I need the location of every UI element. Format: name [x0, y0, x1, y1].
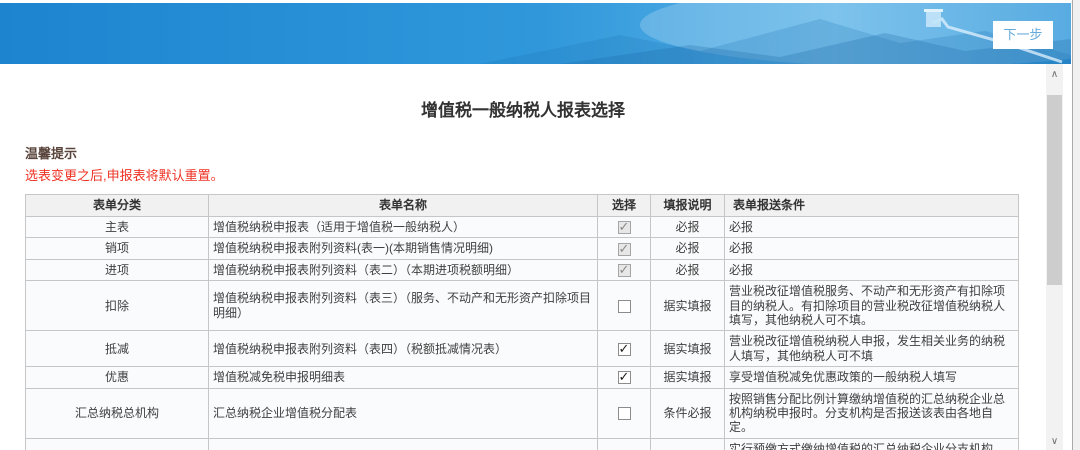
condition-cell: 按照销售分配比例计算缴纳增值税的汇总纳税企业总机构纳税申报时。分支机构是否报送该…	[725, 388, 1019, 438]
form-name-cell: 增值税减免税申报明细表	[209, 367, 598, 388]
category-cell: 汇总纳税总机构	[26, 388, 209, 438]
vat-report-selection-page: 下一步 增值税一般纳税人报表选择 温馨提示 选表变更之后,申报表将默认重置。 表…	[0, 0, 1080, 450]
form-name-cell: 汇总纳税企业通用传递单	[209, 438, 598, 450]
notice-block: 温馨提示 选表变更之后,申报表将默认重置。	[25, 143, 1046, 184]
table-row: 优惠 增值税减免税申报明细表 据实填报 享受增值税减免优惠政策的一般纳税人填写	[26, 367, 1019, 388]
select-cell	[598, 367, 651, 388]
form-name-cell: 增值税纳税申报表附列资料（表二）（本期进项税额明细）	[209, 259, 598, 280]
header-select: 选择	[598, 195, 651, 217]
category-cell: 销项	[26, 238, 209, 259]
form-name-cell: 汇总纳税企业增值税分配表	[209, 388, 598, 438]
instruction-cell: 据实填报	[651, 331, 725, 367]
select-checkbox	[618, 221, 631, 234]
table-row: 进项 增值税纳税申报表附列资料（表二）（本期进项税额明细） 必报 必报	[26, 259, 1019, 280]
select-cell	[598, 238, 651, 259]
select-cell	[598, 438, 651, 450]
form-selection-table: 表单分类 表单名称 选择 填报说明 表单报送条件 主表 增值税纳税申报表（适用于…	[25, 194, 1019, 450]
select-checkbox	[618, 264, 631, 277]
form-name-cell: 增值税纳税申报表附列资料(表一)(本期销售情况明细)	[209, 238, 598, 259]
condition-cell: 必报	[725, 217, 1019, 238]
select-cell	[598, 259, 651, 280]
form-name-cell: 增值税纳税申报表附列资料（表四）（税额抵减情况表）	[209, 331, 598, 367]
scroll-up-icon[interactable]: ∧	[1046, 66, 1063, 83]
category-cell: 进项	[26, 259, 209, 280]
notice-title: 温馨提示	[25, 143, 1046, 162]
window-edge-strip	[1072, 0, 1080, 450]
category-cell: 优惠	[26, 367, 209, 388]
select-checkbox	[618, 243, 631, 256]
condition-cell: 营业税改征增值税纳税人申报，发生相关业务的纳税人填写，其他纳税人可不填	[725, 331, 1019, 367]
header-submit-condition: 表单报送条件	[725, 195, 1019, 217]
instruction-cell: 据实填报	[651, 281, 725, 331]
instruction-cell: 条件必报	[651, 388, 725, 438]
instruction-cell: 必报	[651, 238, 725, 259]
form-name-cell: 增值税纳税申报表（适用于增值税一般纳税人）	[209, 217, 598, 238]
select-checkbox[interactable]	[618, 371, 631, 384]
condition-cell: 享受增值税减免优惠政策的一般纳税人填写	[725, 367, 1019, 388]
instruction-cell: 据实填报	[651, 438, 725, 450]
select-checkbox[interactable]	[618, 407, 631, 420]
select-cell	[598, 281, 651, 331]
notice-warning-text: 选表变更之后,申报表将默认重置。	[25, 165, 1046, 184]
great-wall-banner-art	[0, 3, 1071, 64]
scrollbar-thumb[interactable]	[1047, 95, 1062, 285]
form-table-body: 主表 增值税纳税申报表（适用于增值税一般纳税人） 必报 必报 销项 增值税纳税申…	[26, 217, 1019, 450]
select-checkbox[interactable]	[618, 300, 631, 313]
vertical-scrollbar[interactable]: ∧ ∨	[1046, 64, 1063, 450]
table-header-row: 表单分类 表单名称 选择 填报说明 表单报送条件	[26, 195, 1019, 217]
content-area: 增值税一般纳税人报表选择 温馨提示 选表变更之后,申报表将默认重置。 表单分类 …	[0, 64, 1046, 450]
table-row: 抵减 增值税纳税申报表附列资料（表四）（税额抵减情况表） 据实填报 营业税改征增…	[26, 331, 1019, 367]
header-form-category: 表单分类	[26, 195, 209, 217]
header-instruction: 填报说明	[651, 195, 725, 217]
header-form-name: 表单名称	[209, 195, 598, 217]
table-row: 汇总纳税总机构 汇总纳税企业增值税分配表 条件必报 按照销售分配比例计算缴纳增值…	[26, 388, 1019, 438]
header-banner: 下一步	[0, 3, 1071, 64]
table-row: 销项 增值税纳税申报表附列资料(表一)(本期销售情况明细) 必报 必报	[26, 238, 1019, 259]
select-cell	[598, 388, 651, 438]
table-row: 扣除 增值税纳税申报表附列资料（表三）（服务、不动产和无形资产扣除项目明细） 据…	[26, 281, 1019, 331]
category-cell: 主表	[26, 217, 209, 238]
page-title: 增值税一般纳税人报表选择	[0, 96, 1046, 121]
select-checkbox[interactable]	[618, 343, 631, 356]
table-row: 预征预缴分支机构 汇总纳税企业通用传递单 据实填报 实行预缴方式缴纳增值税的汇总…	[26, 438, 1019, 450]
condition-cell: 必报	[725, 259, 1019, 280]
next-step-button[interactable]: 下一步	[993, 21, 1053, 49]
condition-cell: 实行预缴方式缴纳增值税的汇总纳税企业分支机构（除发、供电企业和航空运输企业、邮政…	[725, 438, 1019, 450]
category-cell: 抵减	[26, 331, 209, 367]
category-cell: 预征预缴分支机构	[26, 438, 209, 450]
instruction-cell: 必报	[651, 217, 725, 238]
condition-cell: 营业税改征增值税服务、不动产和无形资产有扣除项目的纳税人。有扣除项目的营业税改征…	[725, 281, 1019, 331]
instruction-cell: 据实填报	[651, 367, 725, 388]
select-cell	[598, 331, 651, 367]
form-name-cell: 增值税纳税申报表附列资料（表三）（服务、不动产和无形资产扣除项目明细）	[209, 281, 598, 331]
table-row: 主表 增值税纳税申报表（适用于增值税一般纳税人） 必报 必报	[26, 217, 1019, 238]
category-cell: 扣除	[26, 281, 209, 331]
instruction-cell: 必报	[651, 259, 725, 280]
select-cell	[598, 217, 651, 238]
condition-cell: 必报	[725, 238, 1019, 259]
scroll-down-icon[interactable]: ∨	[1046, 433, 1063, 450]
